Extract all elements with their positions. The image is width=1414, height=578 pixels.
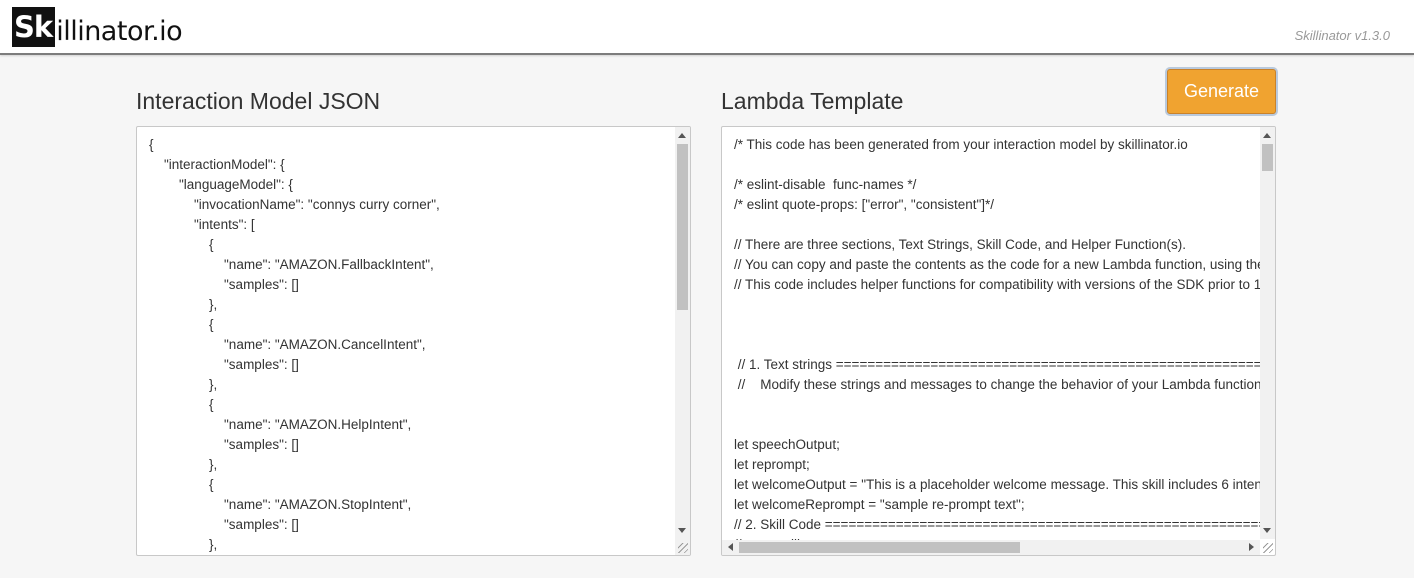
lambda-line: let welcomeReprompt = "sample re-prompt …: [734, 497, 1025, 512]
lambda-line: let welcomeOutput = "This is a placehold…: [734, 477, 1276, 492]
json-line: {: [149, 137, 154, 152]
json-line: {: [149, 237, 214, 252]
json-line: "samples": []: [149, 357, 299, 372]
json-line: "languageModel": {: [149, 177, 293, 192]
generate-button[interactable]: Generate: [1167, 69, 1276, 114]
lambda-line: /* eslint quote-props: ["error", "consis…: [734, 197, 995, 212]
json-line: },: [149, 457, 218, 472]
json-line: "samples": []: [149, 277, 299, 292]
json-line: "invocationName": "connys curry corner",: [149, 197, 440, 212]
lambda-template-vertical-scrollbar[interactable]: [1260, 127, 1275, 539]
lambda-line: /* eslint-disable func-names */: [734, 177, 917, 192]
interaction-model-vertical-scrollbar[interactable]: [675, 127, 690, 555]
json-line: },: [149, 297, 218, 312]
json-line: "name": "AMAZON.StopIntent",: [149, 497, 412, 512]
json-line: "name": "AMAZON.HelpIntent",: [149, 417, 412, 432]
interaction-model-code: { "interactionModel": { "languageModel":…: [149, 135, 440, 555]
scroll-down-arrow-icon[interactable]: [1263, 528, 1271, 533]
lambda-line: // You can copy and paste the contents a…: [734, 257, 1275, 272]
interaction-model-title: Interaction Model JSON: [136, 88, 381, 114]
lambda-line: let reprompt;: [734, 457, 810, 472]
version-label: Skillinator v1.3.0: [1294, 28, 1390, 43]
resize-grip-icon[interactable]: [1263, 543, 1273, 553]
json-line: {: [149, 317, 214, 332]
lambda-template-horizontal-scrollbar[interactable]: [722, 540, 1260, 555]
scroll-left-arrow-icon[interactable]: [728, 543, 733, 551]
scroll-up-arrow-icon[interactable]: [678, 133, 686, 138]
json-line: "interactionModel": {: [149, 157, 285, 172]
lambda-line: /* This code has been generated from you…: [734, 137, 1188, 152]
lambda-line: // 1. Text strings =====================…: [737, 357, 1276, 372]
lambda-line: // 2. Skill Code =======================…: [734, 517, 1275, 532]
json-line: "name": "AMAZON.FallbackIntent",: [149, 257, 434, 272]
scroll-up-arrow-icon[interactable]: [1263, 133, 1271, 138]
skillinator-logo[interactable]: Sk illinator.io: [12, 3, 183, 47]
json-line: "intents": [: [149, 217, 255, 232]
json-line: "samples": []: [149, 517, 299, 532]
json-line: "name": "AMAZON.CancelIntent",: [149, 337, 426, 352]
json-line: {: [149, 477, 214, 492]
lambda-line: // This code includes helper functions f…: [734, 277, 1275, 292]
json-line: },: [149, 537, 218, 552]
lambda-line: let speechOutput;: [734, 437, 840, 452]
scrollbar-thumb[interactable]: [739, 542, 1020, 553]
scrollbar-thumb[interactable]: [1262, 144, 1273, 171]
logo-boxed-text: Sk: [12, 7, 56, 47]
scroll-right-arrow-icon[interactable]: [1249, 543, 1254, 551]
scroll-down-arrow-icon[interactable]: [678, 528, 686, 533]
logo-text: illinator.io: [56, 16, 183, 47]
lambda-template-textarea[interactable]: /* This code has been generated from you…: [721, 126, 1276, 556]
top-navbar: Sk illinator.io Skillinator v1.3.0: [0, 0, 1414, 55]
lambda-template-code: /* This code has been generated from you…: [734, 135, 1276, 555]
lambda-line: // There are three sections, Text String…: [734, 237, 1186, 252]
lambda-line: // Modify these strings and messages to …: [734, 377, 1262, 392]
json-line: },: [149, 377, 218, 392]
lambda-template-title: Lambda Template: [721, 88, 904, 114]
json-line: {: [149, 397, 214, 412]
resize-grip-icon[interactable]: [678, 543, 688, 553]
json-line: "samples": []: [149, 437, 299, 452]
scrollbar-thumb[interactable]: [677, 144, 688, 310]
interaction-model-textarea[interactable]: { "interactionModel": { "languageModel":…: [136, 126, 691, 556]
